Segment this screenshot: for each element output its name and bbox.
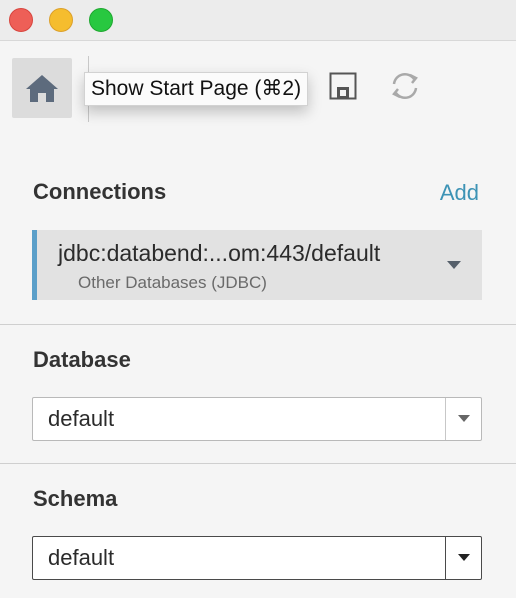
connection-type: Other Databases (JDBC): [78, 273, 267, 292]
home-icon: [26, 75, 58, 102]
database-select[interactable]: default: [32, 397, 482, 441]
chevron-down-icon[interactable]: [457, 414, 471, 423]
minimize-window-button[interactable]: [49, 8, 73, 32]
chevron-down-icon[interactable]: [446, 260, 462, 270]
save-icon[interactable]: [329, 72, 357, 100]
start-page-tooltip: Show Start Page (⌘2): [84, 72, 309, 106]
home-button[interactable]: [12, 58, 72, 118]
database-select-value: default: [48, 406, 115, 431]
schema-select-value: default: [48, 545, 115, 570]
zoom-window-button[interactable]: [89, 8, 113, 32]
connections-heading: Connections: [33, 179, 167, 204]
section-divider: [0, 324, 516, 325]
database-heading: Database: [33, 347, 131, 372]
section-divider: [0, 463, 516, 464]
window-titlebar: [0, 0, 516, 41]
schema-heading: Schema: [33, 486, 118, 511]
close-window-button[interactable]: [9, 8, 33, 32]
select-divider: [445, 537, 446, 579]
connection-name: jdbc:databend:...om:443/default: [58, 240, 381, 266]
schema-select[interactable]: default: [32, 536, 482, 580]
chevron-down-icon[interactable]: [457, 553, 471, 562]
select-divider: [445, 398, 446, 440]
connection-item[interactable]: jdbc:databend:...om:443/default Other Da…: [32, 230, 482, 300]
add-connection-link[interactable]: Add: [440, 180, 479, 206]
refresh-icon[interactable]: [388, 69, 422, 103]
